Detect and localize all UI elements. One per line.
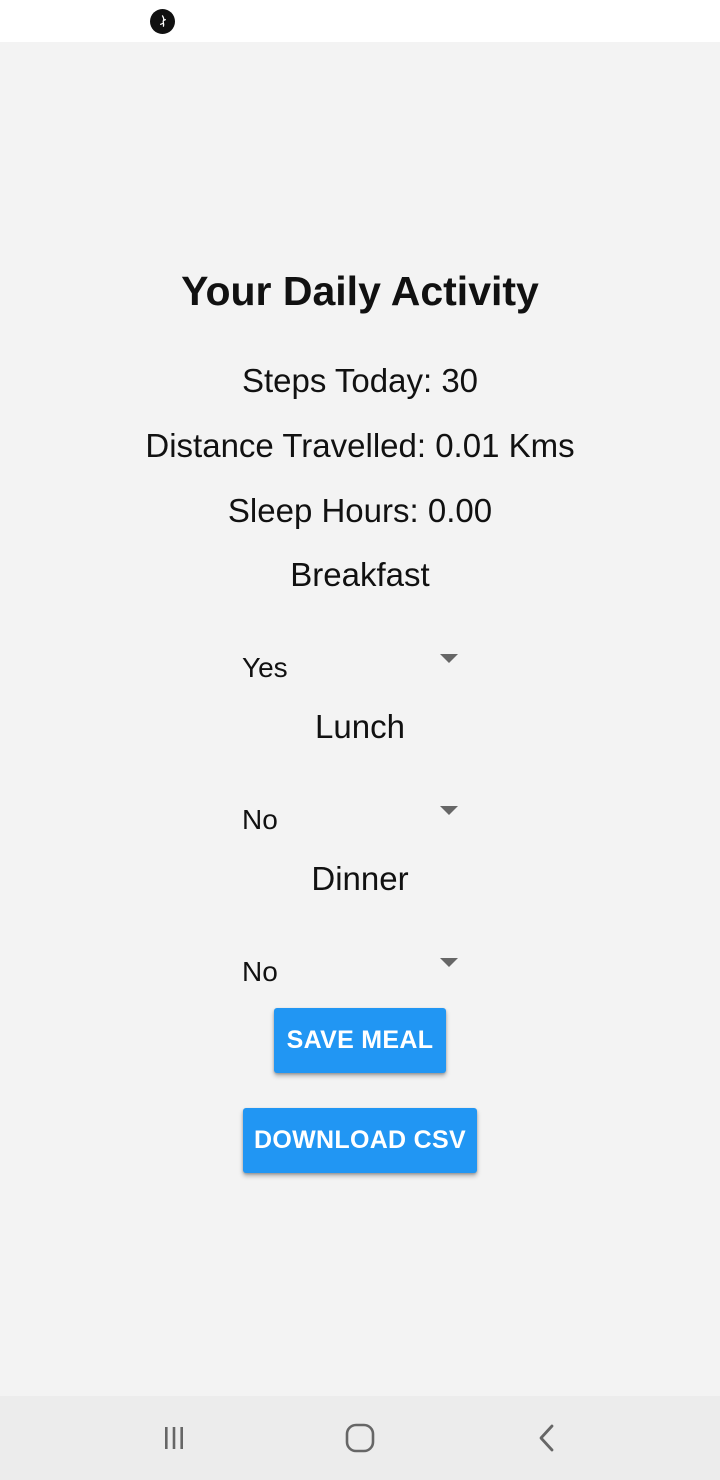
lunch-dropdown[interactable]: No xyxy=(242,794,462,838)
page-title: Your Daily Activity xyxy=(181,268,539,314)
save-meal-button[interactable]: SAVE MEAL xyxy=(274,1008,446,1073)
breakfast-selected-value: Yes xyxy=(242,652,288,683)
dropdown-arrow-icon xyxy=(440,958,458,967)
dropdown-arrow-icon xyxy=(440,806,458,815)
recents-icon[interactable] xyxy=(152,1416,196,1460)
sleep-hours-text: Sleep Hours: 0.00 xyxy=(227,492,493,529)
app-notification-icon xyxy=(150,9,175,34)
download-csv-button[interactable]: DOWNLOAD CSV xyxy=(243,1108,477,1173)
distance-travelled-text: Distance Travelled: 0.01 Kms xyxy=(145,427,575,464)
dropdown-arrow-icon xyxy=(440,654,458,663)
dinner-dropdown[interactable]: No xyxy=(242,946,462,990)
lunch-selected-value: No xyxy=(242,804,278,835)
steps-today-text: Steps Today: 30 xyxy=(241,362,479,399)
dinner-selected-value: No xyxy=(242,956,278,987)
home-icon[interactable] xyxy=(338,1416,382,1460)
main-content: Your Daily Activity Steps Today: 30 Dist… xyxy=(0,42,720,1396)
navigation-bar xyxy=(0,1396,720,1480)
status-bar xyxy=(0,0,720,42)
dinner-label: Dinner xyxy=(311,860,409,897)
lunch-label: Lunch xyxy=(315,708,405,745)
breakfast-dropdown[interactable]: Yes xyxy=(242,642,462,686)
back-icon[interactable] xyxy=(526,1416,570,1460)
breakfast-label: Breakfast xyxy=(290,556,430,593)
